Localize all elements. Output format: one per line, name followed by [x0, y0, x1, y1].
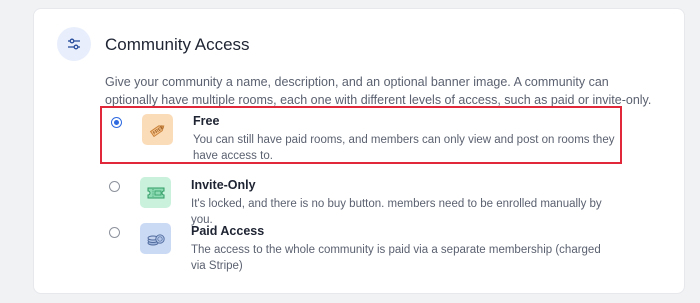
sliders-icon: [57, 27, 91, 61]
ticket-icon: [140, 177, 171, 208]
radio-free[interactable]: [111, 117, 122, 128]
radio-invite-only[interactable]: [109, 181, 120, 192]
community-access-card: Community Access Give your community a n…: [33, 8, 685, 294]
option-description-free: You can still have paid rooms, and membe…: [193, 134, 615, 162]
section-title: Community Access: [105, 35, 250, 54]
section-description: Give your community a name, description,…: [105, 75, 652, 107]
option-title-invite-only: Invite-Only: [191, 178, 256, 192]
free-tag-icon: FREE: [142, 114, 173, 145]
coins-icon: [140, 223, 171, 254]
option-description-paid-access: The access to the whole community is pai…: [191, 244, 601, 272]
access-option-paid-access[interactable]: Paid Access The access to the whole comm…: [100, 223, 622, 281]
option-title-paid-access: Paid Access: [191, 224, 265, 238]
access-option-free[interactable]: FREE Free You can still have paid rooms,…: [100, 106, 622, 164]
radio-paid-access[interactable]: [109, 227, 120, 238]
option-title-free: Free: [193, 114, 220, 128]
